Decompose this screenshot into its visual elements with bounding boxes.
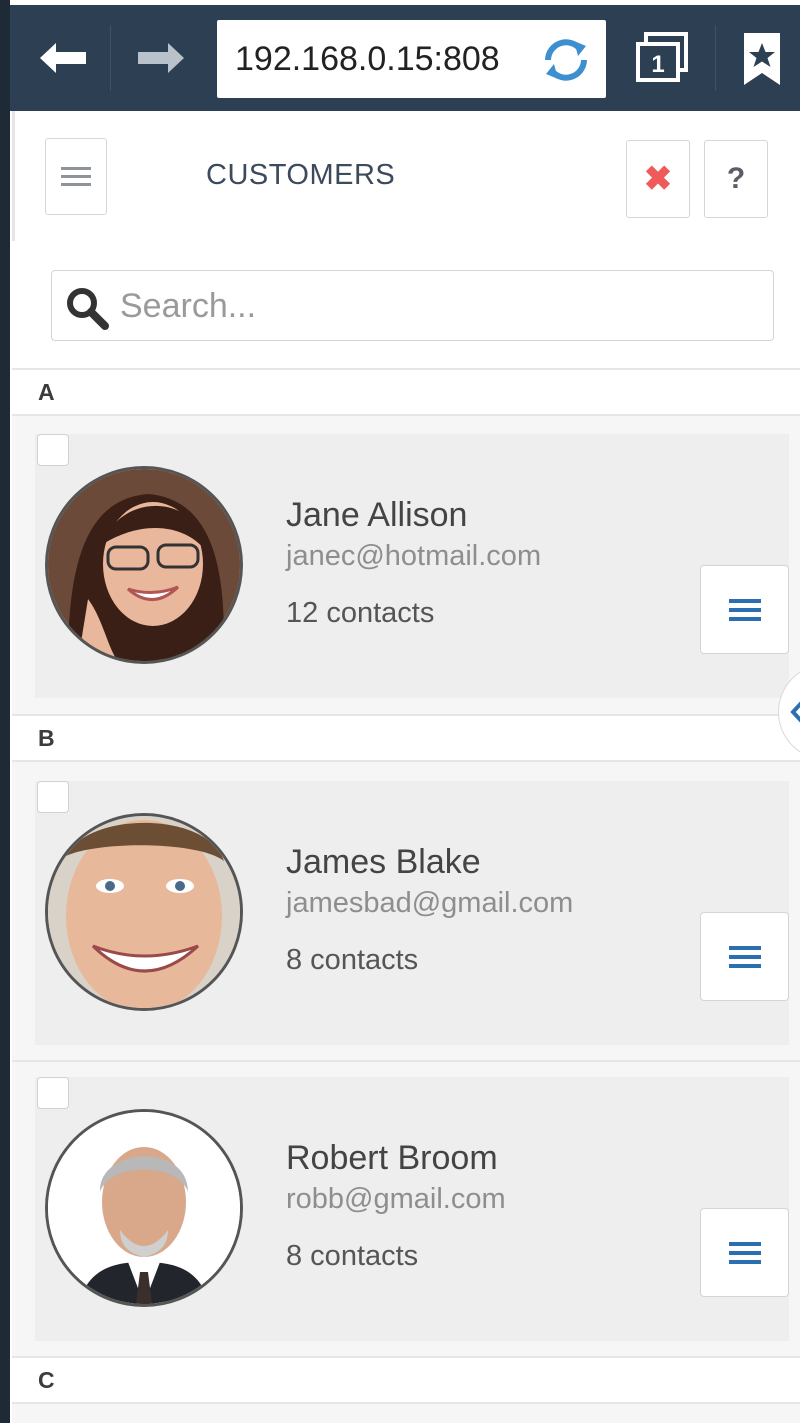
row-menu-button[interactable] xyxy=(700,912,789,1001)
toolbar-divider xyxy=(715,25,716,91)
section-header: A xyxy=(12,368,800,416)
menu-button[interactable] xyxy=(45,138,107,215)
select-checkbox[interactable] xyxy=(37,781,69,813)
customer-email: jamesbad@gmail.com xyxy=(286,887,574,919)
forward-button[interactable] xyxy=(126,23,196,93)
browser-toolbar: 192.168.0.15:808 1 xyxy=(10,5,800,111)
menu-lines-icon xyxy=(728,1241,761,1264)
bookmark-star-icon xyxy=(744,33,780,85)
select-checkbox[interactable] xyxy=(37,434,69,466)
app-content: CUSTOMERS ✖ ? A Jane Allison janec@hotm xyxy=(12,111,800,1423)
row-menu-button[interactable] xyxy=(700,565,789,654)
customer-card[interactable]: Jane Allison janec@hotmail.com 12 contac… xyxy=(35,434,789,698)
search-icon xyxy=(67,288,109,330)
customer-name: Robert Broom xyxy=(286,1139,498,1177)
toolbar-divider xyxy=(110,25,111,91)
back-button[interactable] xyxy=(28,23,98,93)
avatar xyxy=(45,466,243,664)
avatar-photo xyxy=(48,1112,240,1304)
url-text: 192.168.0.15:808 xyxy=(235,40,500,78)
search-input[interactable] xyxy=(118,279,742,333)
customer-card[interactable]: James Blake jamesbad@gmail.com 8 contact… xyxy=(35,781,789,1045)
header-edge xyxy=(12,111,15,241)
section-header: B xyxy=(12,714,800,762)
customer-name: Jane Allison xyxy=(286,496,468,534)
reload-icon xyxy=(545,39,587,81)
tabs-icon: 1 xyxy=(636,32,688,82)
section-header: C xyxy=(12,1356,800,1404)
page-title: CUSTOMERS xyxy=(206,159,396,191)
avatar xyxy=(45,813,243,1011)
menu-lines-icon xyxy=(728,945,761,968)
forward-arrow-icon xyxy=(138,43,184,73)
bookmark-button[interactable] xyxy=(740,29,790,89)
row-background xyxy=(12,1404,800,1423)
help-button[interactable]: ? xyxy=(704,140,768,218)
customer-email: janec@hotmail.com xyxy=(286,540,542,572)
close-button[interactable]: ✖ xyxy=(626,140,690,218)
contact-count: 8 contacts xyxy=(286,944,419,976)
search-box[interactable] xyxy=(51,270,774,341)
tabs-button[interactable]: 1 xyxy=(632,28,692,88)
contact-count: 12 contacts xyxy=(286,597,435,629)
chevron-left-icon xyxy=(790,701,800,723)
address-bar[interactable]: 192.168.0.15:808 xyxy=(217,20,606,98)
row-menu-button[interactable] xyxy=(700,1208,789,1297)
avatar xyxy=(45,1109,243,1307)
reload-button[interactable] xyxy=(538,32,594,88)
select-checkbox[interactable] xyxy=(37,1077,69,1109)
contact-count: 8 contacts xyxy=(286,1240,419,1272)
customer-name: James Blake xyxy=(286,843,481,881)
customer-card[interactable]: Robert Broom robb@gmail.com 8 contacts xyxy=(35,1077,789,1341)
avatar-photo xyxy=(48,469,240,661)
tab-count: 1 xyxy=(651,51,664,78)
customer-email: robb@gmail.com xyxy=(286,1183,506,1215)
back-arrow-icon xyxy=(40,43,86,73)
menu-lines-icon xyxy=(728,598,761,621)
avatar-photo xyxy=(48,816,240,1008)
left-gutter xyxy=(0,0,10,1423)
hamburger-icon xyxy=(61,166,91,186)
